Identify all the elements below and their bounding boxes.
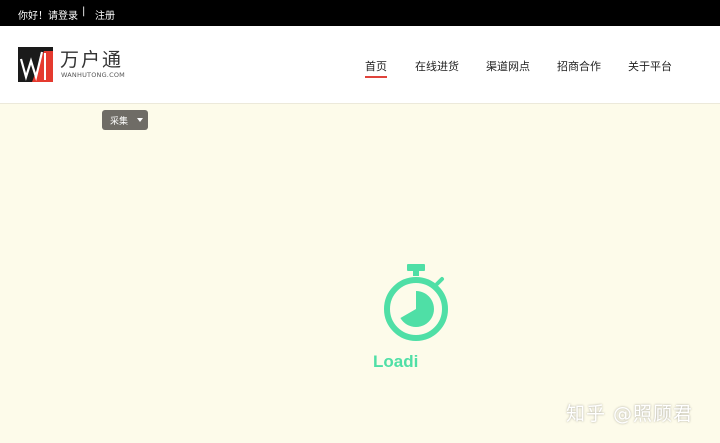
nav-item-channel-outlets[interactable]: 渠道网点 [486, 58, 530, 74]
nav-item-about[interactable]: 关于平台 [628, 58, 672, 74]
nav-item-home[interactable]: 首页 [365, 58, 387, 78]
loading-text: Loadi [373, 352, 419, 371]
login-link[interactable]: 你好！请登录 [18, 7, 78, 22]
topbar-separator: | [82, 6, 86, 17]
logo-text-en: WANHUTONG.COM [61, 71, 125, 79]
collect-label: 采集 [110, 117, 129, 127]
site-header: 万户通 WANHUTONG.COM 首页 在线进货 渠道网点 招商合作 关于平台 [0, 26, 720, 104]
nav-item-online-purchase[interactable]: 在线进货 [415, 58, 459, 74]
logo-icon[interactable] [18, 47, 53, 82]
caret-down-icon [137, 118, 143, 122]
nav-item-partnership[interactable]: 招商合作 [557, 58, 601, 74]
watermark: 知乎 @照顾君 [566, 403, 694, 425]
top-bar: 你好！请登录 | 注册 [0, 0, 720, 26]
register-link[interactable]: 注册 [95, 7, 115, 22]
logo-text-cn[interactable]: 万户通 [60, 45, 123, 72]
collect-dropdown-button[interactable]: 采集 [102, 110, 148, 130]
stopwatch-icon [384, 264, 448, 341]
